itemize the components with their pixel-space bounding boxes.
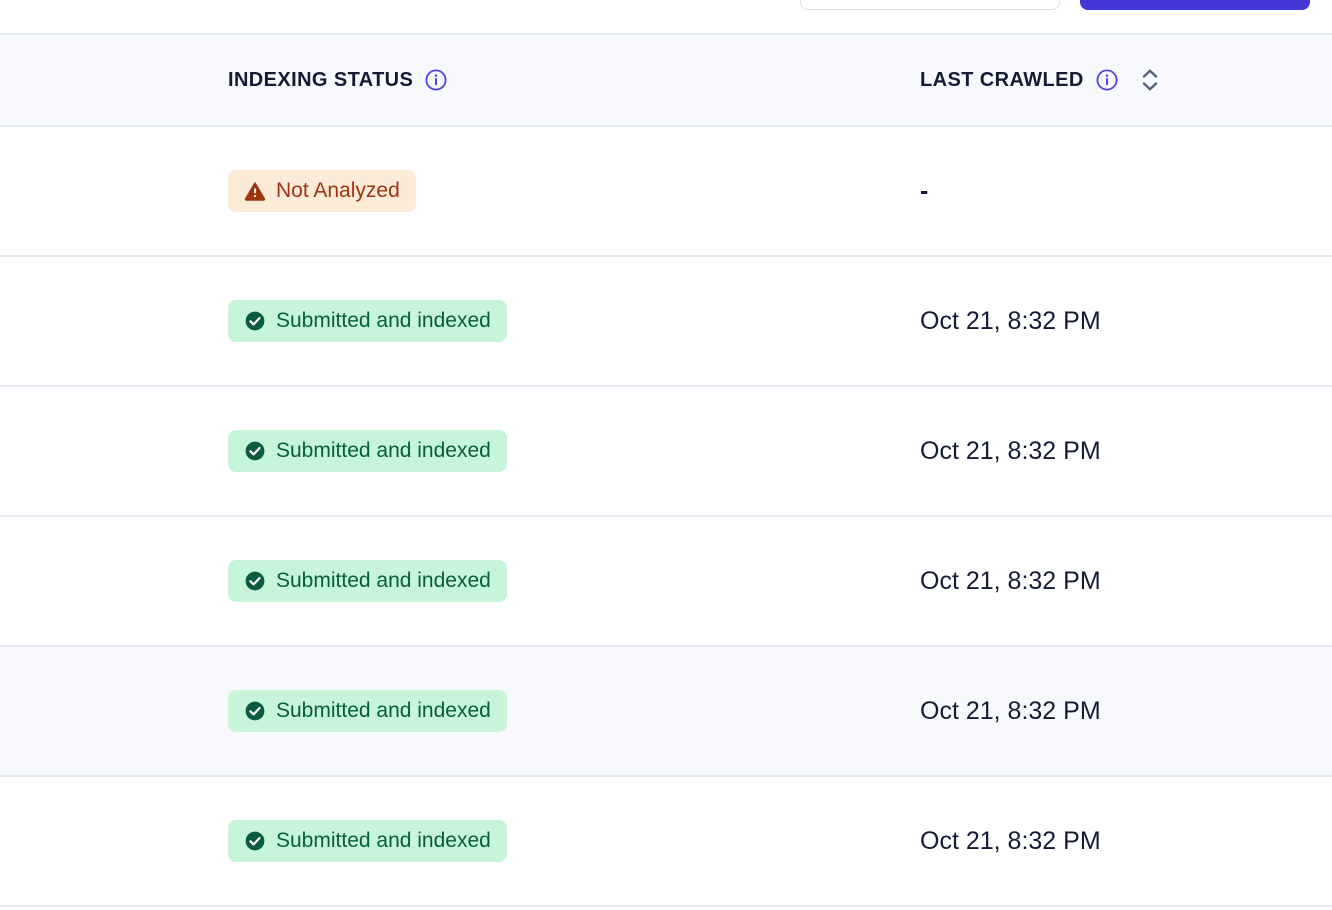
table-body: Not Analyzed - Submitted and indexed Oct… [0,127,1332,907]
table-row[interactable]: Submitted and indexed Oct 21, 8:32 PM [0,647,1332,775]
status-badge-label: Submitted and indexed [276,309,491,333]
last-crawled-value: Oct 21, 8:32 PM [920,437,1101,466]
last-crawled-value: Oct 21, 8:32 PM [920,827,1101,856]
last-crawled-value: Oct 21, 8:32 PM [920,307,1101,336]
status-badge-label: Submitted and indexed [276,699,491,723]
cell-last-crawled: Oct 21, 8:32 PM [920,827,1332,856]
cell-indexing-status: Submitted and indexed [0,690,920,732]
column-header-label: INDEXING STATUS [228,69,413,92]
cell-indexing-status: Submitted and indexed [0,300,920,342]
data-table: INDEXING STATUS LAST CRAWLED [0,33,1332,907]
check-circle-icon [244,310,266,332]
table-row[interactable]: Not Analyzed - [0,127,1332,255]
status-badge: Submitted and indexed [228,560,507,602]
cell-last-crawled: Oct 21, 8:32 PM [920,437,1332,466]
column-header-last-crawled[interactable]: LAST CRAWLED [920,68,1332,92]
cell-indexing-status: Submitted and indexed [0,430,920,472]
column-header-label: LAST CRAWLED [920,69,1084,92]
check-circle-icon [244,440,266,462]
info-circle-icon[interactable] [1096,69,1118,91]
table-row[interactable]: Submitted and indexed Oct 21, 8:32 PM [0,257,1332,385]
cell-last-crawled: - [920,177,1332,206]
cell-indexing-status: Submitted and indexed [0,820,920,862]
primary-action-button[interactable] [1080,0,1310,10]
table-header-row: INDEXING STATUS LAST CRAWLED [0,35,1332,125]
cell-last-crawled: Oct 21, 8:32 PM [920,307,1332,336]
status-badge-label: Submitted and indexed [276,829,491,853]
warning-triangle-icon [244,180,266,202]
sort-updown-icon[interactable] [1140,68,1160,92]
last-crawled-value: - [920,177,928,206]
table-row[interactable]: Submitted and indexed Oct 21, 8:32 PM [0,517,1332,645]
toolbar [0,0,1332,33]
search-input[interactable] [800,0,1060,10]
status-badge: Not Analyzed [228,170,416,212]
check-circle-icon [244,570,266,592]
status-badge: Submitted and indexed [228,300,507,342]
cell-indexing-status: Submitted and indexed [0,560,920,602]
status-badge: Submitted and indexed [228,690,507,732]
status-badge: Submitted and indexed [228,820,507,862]
cell-last-crawled: Oct 21, 8:32 PM [920,567,1332,596]
info-circle-icon[interactable] [425,69,447,91]
table-row[interactable]: Submitted and indexed Oct 21, 8:32 PM [0,387,1332,515]
last-crawled-value: Oct 21, 8:32 PM [920,697,1101,726]
check-circle-icon [244,830,266,852]
row-divider [0,905,1332,907]
cell-last-crawled: Oct 21, 8:32 PM [920,697,1332,726]
status-badge-label: Submitted and indexed [276,569,491,593]
cell-indexing-status: Not Analyzed [0,170,920,212]
check-circle-icon [244,700,266,722]
status-badge-label: Submitted and indexed [276,439,491,463]
last-crawled-value: Oct 21, 8:32 PM [920,567,1101,596]
table-row[interactable]: Submitted and indexed Oct 21, 8:32 PM [0,777,1332,905]
status-badge: Submitted and indexed [228,430,507,472]
status-badge-label: Not Analyzed [276,179,400,203]
column-header-indexing-status[interactable]: INDEXING STATUS [0,69,920,92]
